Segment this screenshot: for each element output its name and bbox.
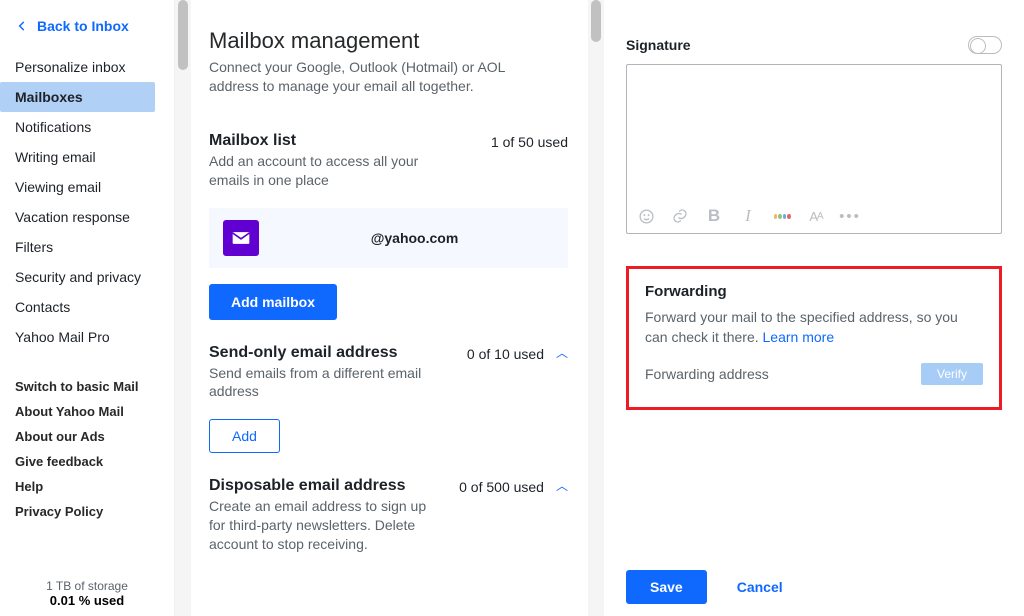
forwarding-description: Forward your mail to the specified addre…: [645, 308, 983, 347]
mailbox-account-row[interactable]: @yahoo.com: [209, 208, 568, 268]
nav-personalize-inbox[interactable]: Personalize inbox: [0, 52, 174, 82]
page-description: Connect your Google, Outlook (Hotmail) o…: [209, 58, 509, 96]
cancel-button[interactable]: Cancel: [737, 579, 783, 595]
disposable-section: Disposable email address Create an email…: [209, 477, 568, 554]
detail-panel: Signature B I AA ••• Forwarding: [604, 0, 1024, 616]
nav-contacts[interactable]: Contacts: [0, 292, 174, 322]
storage-info: 1 TB of storage 0.01 % used: [0, 579, 174, 608]
settings-sidebar: Back to Inbox Personalize inbox Mailboxe…: [0, 0, 175, 616]
add-mailbox-button[interactable]: Add mailbox: [209, 284, 337, 320]
nav-vacation-response[interactable]: Vacation response: [0, 202, 174, 232]
back-to-inbox-link[interactable]: Back to Inbox: [0, 18, 174, 34]
scrollbar-thumb[interactable]: [178, 0, 188, 70]
nav-notifications[interactable]: Notifications: [0, 112, 174, 142]
mailbox-list-title: Mailbox list: [209, 132, 439, 150]
send-only-section: Send-only email address Send emails from…: [209, 344, 568, 454]
collapse-disposable-icon[interactable]: ︿: [544, 477, 568, 494]
forwarding-section: Forwarding Forward your mail to the spec…: [626, 266, 1002, 410]
disposable-count: 0 of 500 used: [459, 477, 544, 495]
send-only-desc: Send emails from a different email addre…: [209, 364, 439, 402]
main-scrollbar[interactable]: [588, 0, 604, 616]
nav-about-yahoo-mail[interactable]: About Yahoo Mail: [0, 399, 174, 424]
nav-security-privacy[interactable]: Security and privacy: [0, 262, 174, 292]
mailbox-list-count: 1 of 50 used: [491, 132, 568, 150]
page-title: Mailbox management: [209, 28, 568, 54]
sidebar-scrollbar[interactable]: [175, 0, 191, 616]
primary-nav: Personalize inbox Mailboxes Notification…: [0, 52, 174, 352]
signature-toggle[interactable]: [968, 36, 1002, 54]
collapse-send-only-icon[interactable]: ︿: [544, 344, 568, 361]
nav-about-our-ads[interactable]: About our Ads: [0, 424, 174, 449]
emoji-icon[interactable]: [637, 207, 655, 225]
send-only-title: Send-only email address: [209, 344, 439, 362]
link-icon[interactable]: [671, 207, 689, 225]
send-only-count: 0 of 10 used: [467, 344, 544, 362]
scrollbar-thumb[interactable]: [591, 0, 601, 42]
mailbox-list-desc: Add an account to access all your emails…: [209, 152, 439, 190]
mailbox-list-section: Mailbox list Add an account to access al…: [209, 132, 568, 320]
nav-mailboxes[interactable]: Mailboxes: [0, 82, 155, 112]
main-content: Mailbox management Connect your Google, …: [191, 0, 588, 616]
yahoo-mail-icon: [223, 220, 259, 256]
nav-yahoo-mail-pro[interactable]: Yahoo Mail Pro: [0, 322, 174, 352]
forwarding-learn-more-link[interactable]: Learn more: [763, 329, 835, 345]
secondary-nav: Switch to basic Mail About Yahoo Mail Ab…: [0, 374, 174, 524]
storage-total: 1 TB of storage: [0, 579, 174, 593]
font-size-icon[interactable]: AA: [807, 207, 825, 225]
signature-editor[interactable]: B I AA •••: [626, 64, 1002, 234]
back-to-inbox-label: Back to Inbox: [37, 18, 129, 34]
text-color-icon[interactable]: [773, 207, 791, 225]
verify-button[interactable]: Verify: [921, 363, 983, 385]
nav-switch-basic-mail[interactable]: Switch to basic Mail: [0, 374, 174, 399]
nav-privacy-policy[interactable]: Privacy Policy: [0, 499, 174, 524]
arrow-left-icon: [15, 19, 29, 33]
more-formatting-icon[interactable]: •••: [841, 207, 859, 225]
bold-icon[interactable]: B: [705, 207, 723, 225]
disposable-title: Disposable email address: [209, 477, 439, 495]
mailbox-account-email: @yahoo.com: [275, 230, 554, 246]
save-button[interactable]: Save: [626, 570, 707, 604]
nav-filters[interactable]: Filters: [0, 232, 174, 262]
italic-icon[interactable]: I: [739, 207, 757, 225]
nav-writing-email[interactable]: Writing email: [0, 142, 174, 172]
nav-viewing-email[interactable]: Viewing email: [0, 172, 174, 202]
forwarding-address-label: Forwarding address: [645, 366, 769, 382]
disposable-desc: Create an email address to sign up for t…: [209, 497, 439, 554]
forwarding-title: Forwarding: [645, 283, 983, 300]
storage-used: 0.01 % used: [0, 593, 174, 608]
add-send-only-button[interactable]: Add: [209, 419, 280, 453]
nav-give-feedback[interactable]: Give feedback: [0, 449, 174, 474]
signature-toolbar: B I AA •••: [637, 207, 859, 225]
signature-label: Signature: [626, 37, 691, 53]
footer-actions: Save Cancel: [626, 570, 783, 604]
nav-help[interactable]: Help: [0, 474, 174, 499]
